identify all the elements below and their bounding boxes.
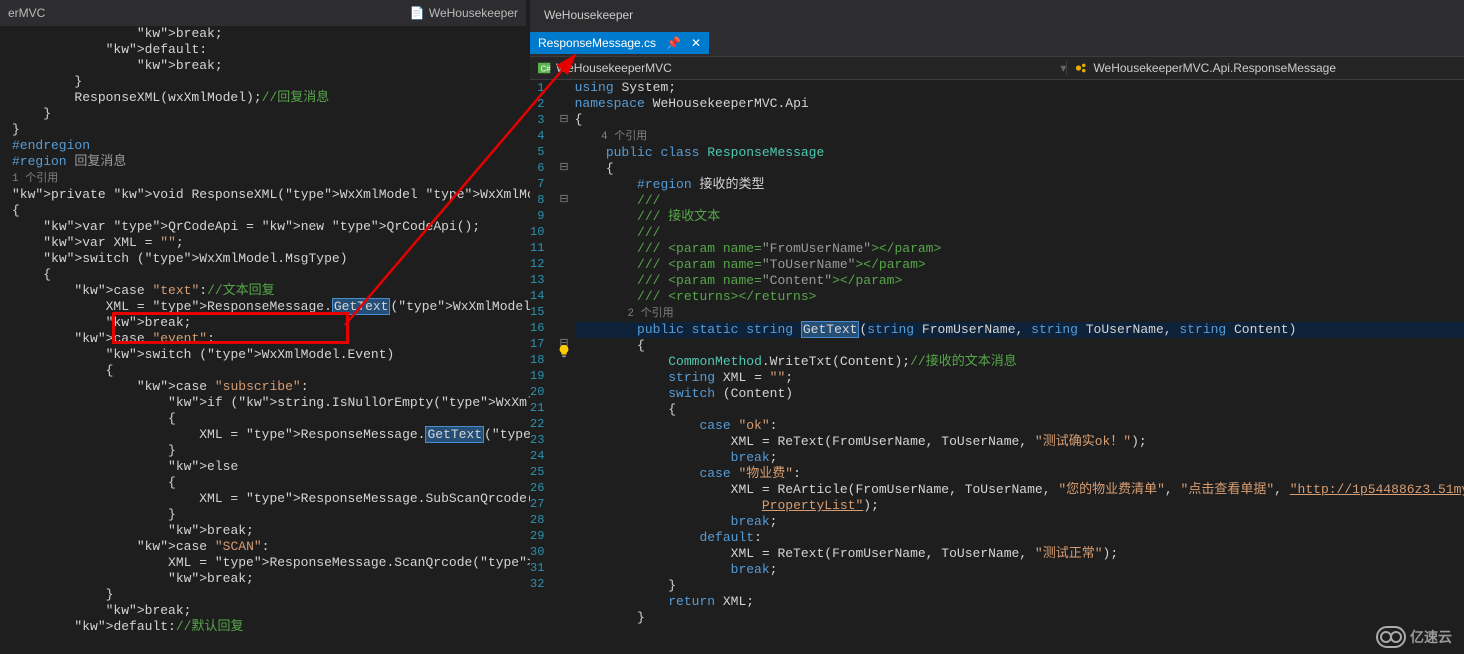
csharp-project-icon: C# (538, 61, 552, 75)
breadcrumb-text: WeHousekeeperMVC.Api.ResponseMessage (1093, 61, 1336, 75)
breadcrumb-bar: C# WeHousekeeperMVC ▾ WeHousekeeperMVC.A… (530, 56, 1464, 80)
window-title-text: WeHousekeeper (544, 8, 633, 22)
watermark-text: 亿速云 (1410, 627, 1452, 647)
tab-wehousekeeper[interactable]: 📄 WeHousekeeper (402, 2, 526, 24)
left-editor-pane: erMVC 📄 WeHousekeeper "kw">break; "kw">d… (0, 0, 526, 654)
tab-label: erMVC (8, 6, 45, 20)
lightbulb-icon[interactable] (557, 344, 571, 358)
tab-ermvc[interactable]: erMVC (0, 2, 53, 24)
fold-gutter[interactable]: ⊟ ⊟ ⊟ ⊟ (559, 80, 568, 654)
left-code-editor[interactable]: "kw">break; "kw">default: "kw">break; } … (0, 26, 526, 654)
breadcrumb-project[interactable]: C# WeHousekeeperMVC (530, 61, 680, 75)
watermark-icon (1376, 626, 1406, 648)
pin-icon[interactable]: 📌 (666, 36, 681, 50)
breadcrumb-text: WeHousekeeperMVC (556, 61, 672, 75)
class-icon (1075, 61, 1089, 75)
right-code-area[interactable]: using System;namespace WeHousekeeperMVC.… (569, 80, 1464, 654)
right-tabbar: ResponseMessage.cs 📌 ✕ (530, 30, 1464, 56)
left-tabbar: erMVC 📄 WeHousekeeper (0, 0, 526, 26)
watermark: 亿速云 (1376, 626, 1452, 648)
close-icon[interactable]: ✕ (691, 36, 701, 50)
right-code-editor[interactable]: 1234567891011121314151617181920212223242… (530, 80, 1464, 654)
window-titlebar: WeHousekeeper (530, 0, 1464, 30)
right-editor-pane: WeHousekeeper ResponseMessage.cs 📌 ✕ C# … (530, 0, 1464, 654)
line-number-gutter: 1234567891011121314151617181920212223242… (530, 80, 559, 654)
tab-label: WeHousekeeper (429, 6, 518, 20)
breadcrumb-class[interactable]: WeHousekeeperMVC.Api.ResponseMessage (1066, 61, 1464, 75)
tab-label: ResponseMessage.cs (538, 36, 656, 50)
tab-responsemessage[interactable]: ResponseMessage.cs 📌 ✕ (530, 32, 709, 54)
csharp-file-icon: 📄 (410, 6, 425, 20)
svg-text:C#: C# (541, 65, 552, 74)
